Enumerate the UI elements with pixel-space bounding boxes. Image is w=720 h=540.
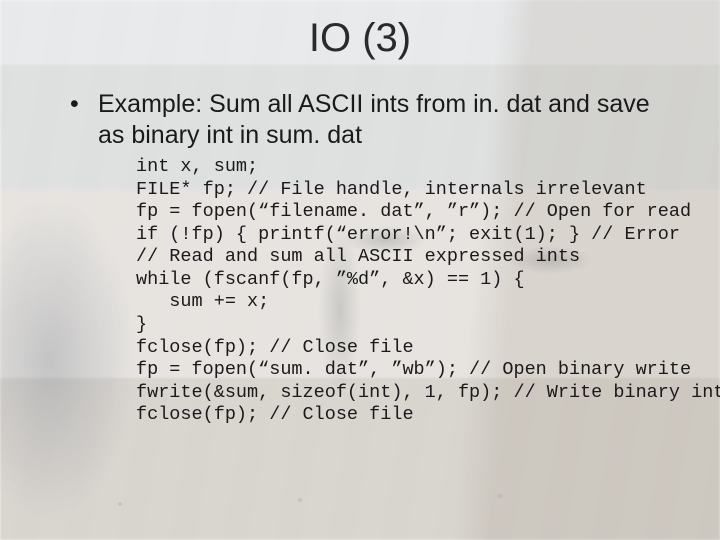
code-block: int x, sum; FILE* fp; // File handle, in… [136, 156, 680, 427]
slide: IO (3) Example: Sum all ASCII ints from … [0, 0, 720, 540]
slide-content: IO (3) Example: Sum all ASCII ints from … [0, 0, 720, 540]
bullet-example: Example: Sum all ASCII ints from in. dat… [60, 89, 680, 150]
slide-title: IO (3) [40, 16, 680, 61]
